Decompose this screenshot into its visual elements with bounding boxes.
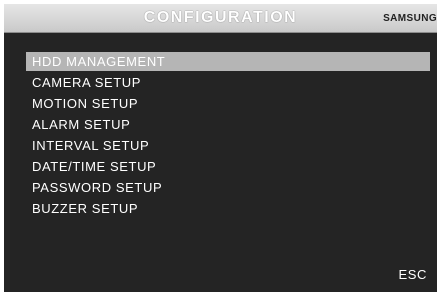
page-title: CONFIGURATION bbox=[143, 9, 298, 26]
menu-item-motion-setup[interactable]: MOTION SETUP bbox=[26, 94, 430, 113]
brand-logo: SAMSUNG bbox=[383, 13, 437, 24]
menu-item-hdd-management[interactable]: HDD MANAGEMENT bbox=[26, 52, 430, 71]
menu-item-camera-setup[interactable]: CAMERA SETUP bbox=[26, 73, 430, 92]
menu-item-buzzer-setup[interactable]: BUZZER SETUP bbox=[26, 199, 430, 218]
menu-item-interval-setup[interactable]: INTERVAL SETUP bbox=[26, 136, 430, 155]
configuration-screen: CONFIGURATION SAMSUNG HDD MANAGEMENT CAM… bbox=[4, 4, 437, 292]
esc-button[interactable]: ESC bbox=[398, 267, 427, 282]
menu-item-password-setup[interactable]: PASSWORD SETUP bbox=[26, 178, 430, 197]
menu-item-date-time-setup[interactable]: DATE/TIME SETUP bbox=[26, 157, 430, 176]
title-bar: CONFIGURATION SAMSUNG bbox=[4, 4, 437, 33]
menu-item-alarm-setup[interactable]: ALARM SETUP bbox=[26, 115, 430, 134]
configuration-menu: HDD MANAGEMENT CAMERA SETUP MOTION SETUP… bbox=[26, 52, 430, 220]
